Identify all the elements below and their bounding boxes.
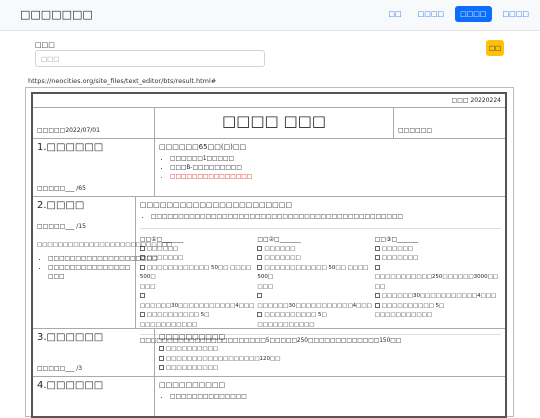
section-2-list: □□□□□□□□□□□□□□□□□□□□□□□□□□□□□□□□□□□□□□□□…: [140, 213, 501, 222]
checkbox[interactable]: [139, 312, 145, 317]
section-3-score: □□□□□___ /3: [37, 365, 83, 372]
checkbox-row[interactable]: □□□□□□30□□□□□□□□□□□4□□□: [374, 292, 498, 302]
checkbox-row[interactable]: □□□□□□□□□□□□□□□□□□120□□: [159, 355, 501, 365]
nav-link-2[interactable]: □□□□: [413, 6, 449, 22]
section-2-left-list: □□□□□□□□□□□□□□□□□□□□ □□□□□□□□□□□□□□□ □□□: [37, 255, 158, 282]
section-3-body: □□□□□□□□□□ □□□□□□□□□□ □□□□□□□□□□□□□□□□□□…: [155, 329, 505, 376]
right-label: □□□□□□: [398, 127, 433, 134]
checkbox-row[interactable]: □□□□□□□: [257, 254, 371, 264]
list-item-cont: □□□: [48, 274, 65, 280]
section-3-title: 3.□□□□□□: [37, 332, 104, 343]
section-3: 3.□□□□□□ □□□□□___ /3 □□□□□□□□□□ □□□□□□□□…: [33, 328, 505, 376]
option-column-head: □□③□_______: [374, 236, 419, 243]
checkbox-row[interactable]: □□□□□□□□□□: [159, 345, 501, 355]
section-4-left: 4.□□□□□□: [33, 377, 155, 416]
list-item-warning: □□□□□□□□□□□□□□□: [170, 173, 501, 182]
section-1-body: □□□□□□65□□(□)□□ □□□□□□1□□□□□ □□□B-□□□□□□…: [155, 139, 505, 196]
list-item: □□□□□□□□□□□□□□□□□□□□: [48, 255, 158, 264]
app-brand[interactable]: □□□□□□□: [20, 8, 93, 21]
checkbox[interactable]: [159, 355, 164, 361]
checkbox[interactable]: [159, 346, 164, 351]
checkbox-row[interactable]: □□□□□□□□□□ 5□ □□□□□□□□□□□: [139, 311, 254, 330]
section-2-body: □□□□□□□□□□□□□□□□□□□□□□□ □□□□□□□□□□□□□□□□…: [136, 197, 505, 344]
section-3-heading: □□□□□□□□□□: [159, 333, 226, 341]
search-label: □□□: [35, 41, 55, 49]
section-1-heading: □□□□□□65□□(□)□□: [159, 143, 247, 151]
nav-link-1[interactable]: □□: [383, 6, 406, 22]
checkbox-row[interactable]: □□□□□□: [374, 245, 498, 255]
checkbox-row-cont: □□□: [257, 283, 273, 290]
checkbox-row-cont: □□□: [139, 283, 156, 290]
preview-frame: □□□ 20220224 □□□□□2022/07/01 □□□□ □□□ □□…: [25, 87, 514, 418]
section-1-score: □□□□□___ /65: [37, 185, 86, 192]
checkbox[interactable]: [139, 293, 145, 298]
list-item: □□□B-□□□□□□□□□: [170, 164, 501, 173]
checkbox-row[interactable]: □□□□□□□: [374, 254, 498, 264]
checkbox-row[interactable]: □□□□□□□□□□□□ 50□□ □□□□ 500□: [257, 264, 371, 283]
option-column-3: □□③□_______ □□□□□□ □□□□□□□ □□□□□□□□□□□25…: [374, 235, 501, 330]
title-row: □□□□□2022/07/01 □□□□ □□□ □□□□□□: [33, 108, 505, 138]
checkbox[interactable]: [257, 312, 263, 317]
section-2-score: □□□□□___ /15: [37, 223, 86, 230]
checkbox-row[interactable]: □□□□□□30□□□□□□□□□□□4□□□: [139, 292, 254, 311]
checkbox-row[interactable]: □□□□□□□□□□ 5□ □□□□□□□□□□□: [257, 311, 371, 330]
option-columns: □□①□_______ □□□□□□ □□□□□□□ □□□□□□□□□□□□ …: [139, 228, 501, 330]
checkbox[interactable]: [374, 302, 380, 308]
section-4-heading: □□□□□□□□□□: [159, 381, 226, 389]
checkbox-row-cont: □□: [374, 283, 386, 290]
option-column-1: □□①□_______ □□□□□□ □□□□□□□ □□□□□□□□□□□□ …: [139, 235, 257, 330]
left-date: □□□□□2022/07/01: [37, 127, 100, 134]
checkbox[interactable]: [257, 264, 263, 270]
section-2-left-note: □□□□□□□□□□□□□□□□□□□□□□□□□□: [37, 242, 173, 248]
date-label: □□□ 20220224: [33, 94, 505, 108]
section-4: 4.□□□□□□ □□□□□□□□□□ □□□□□□□□□□□□□□: [33, 376, 505, 416]
section-1-title: 1.□□□□□□: [37, 142, 104, 153]
section-1-list: □□□□□□1□□□□□ □□□B-□□□□□□□□□ □□□□□□□□□□□□…: [159, 155, 501, 182]
document: □□□ 20220224 □□□□□2022/07/01 □□□□ □□□ □□…: [31, 92, 507, 418]
checkbox-row[interactable]: □□□□□□: [257, 245, 371, 255]
search-button[interactable]: □□: [486, 40, 504, 56]
checkbox-row[interactable]: □□□□□□□□□□: [159, 364, 501, 374]
checkbox-row[interactable]: □□□□□□□□□□□□ 50□□ □□□□ 500□: [139, 264, 254, 283]
section-2: 2.□□□□ □□□□□___ /15 □□□□□□□□□□□□□□□□□□□□…: [33, 196, 505, 344]
checkbox[interactable]: [257, 293, 263, 298]
checkbox-row[interactable]: □□□□□□□□□□□250□□□□□□3000□□: [374, 264, 498, 283]
section-3-left: 3.□□□□□□ □□□□□___ /3: [33, 329, 155, 376]
list-item: □□□□□□1□□□□□: [170, 155, 501, 164]
left-date-cell: □□□□□2022/07/01: [33, 108, 155, 138]
checkbox[interactable]: [257, 255, 263, 260]
checkbox-row[interactable]: □□□□□□□□□□ 5□ □□□□□□□□□□□: [374, 302, 498, 321]
nav-link-4[interactable]: □□□□: [498, 6, 534, 22]
checkbox[interactable]: [374, 293, 380, 298]
section-1-left: 1.□□□□□□ □□□□□___ /65: [33, 139, 155, 196]
checkbox[interactable]: [374, 264, 380, 270]
section-2-title: 2.□□□□: [37, 200, 85, 211]
navbar: □□□□□□□ □□ □□□□ □□□□ □□□□: [0, 0, 540, 31]
section-2-left: 2.□□□□ □□□□□___ /15 □□□□□□□□□□□□□□□□□□□□…: [33, 197, 172, 328]
section-4-title: 4.□□□□□□: [37, 380, 104, 391]
section-4-body: □□□□□□□□□□ □□□□□□□□□□□□□□: [155, 377, 505, 416]
section-4-list: □□□□□□□□□□□□□□: [159, 393, 501, 402]
checkbox-row[interactable]: □□□□□□30□□□□□□□□□□□4□□□: [257, 292, 372, 311]
checkbox[interactable]: [374, 255, 380, 260]
search-input[interactable]: [35, 50, 265, 67]
right-label-cell: □□□□□□: [394, 108, 505, 138]
nav-link-3-active[interactable]: □□□□: [455, 6, 492, 22]
list-item: □□□□□□□□□□□□□□: [170, 393, 501, 402]
list-item: □□□□□□□□□□□□□□□: [48, 264, 152, 273]
doc-title: □□□□ □□□: [155, 108, 394, 138]
nav-links: □□ □□□□ □□□□ □□□□: [383, 6, 534, 22]
section-1: 1.□□□□□□ □□□□□___ /65 □□□□□□65□□(□)□□ □□…: [33, 138, 505, 196]
checkbox[interactable]: [159, 365, 164, 370]
option-column-2: □□②□_______ □□□□□□ □□□□□□□ □□□□□□□□□□□□ …: [257, 235, 374, 330]
section-2-heading: □□□□□□□□□□□□□□□□□□□□□□□: [139, 201, 293, 209]
list-item: □□□□□□□□□□□□□□□□□□□□□□□□□□□□□□□□□□□□□□□□…: [151, 213, 501, 222]
checkbox[interactable]: [257, 245, 263, 251]
option-column-head: □□②□_______: [257, 236, 301, 243]
page-url: https://neocities.org/site_files/text_ed…: [28, 77, 217, 85]
checkbox[interactable]: [374, 245, 380, 251]
